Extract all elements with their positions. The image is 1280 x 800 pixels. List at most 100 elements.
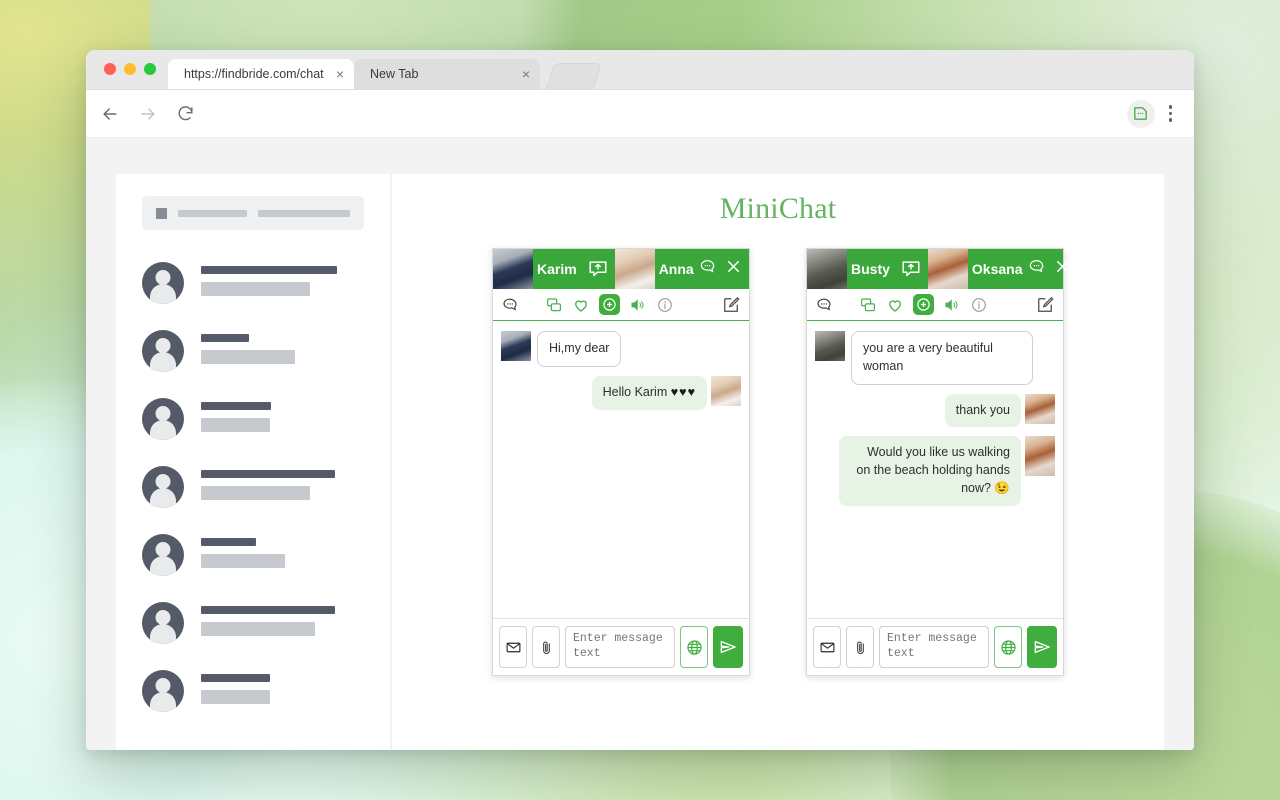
- avatar-left: [493, 249, 533, 289]
- message-row: Would you like us walking on the beach h…: [815, 436, 1055, 506]
- skeleton-title-bar: [201, 470, 335, 478]
- message-input[interactable]: [879, 626, 989, 668]
- message-bubble: Hello Karim ♥♥♥: [591, 375, 707, 410]
- paperclip-icon[interactable]: [532, 626, 560, 668]
- tab-close-icon[interactable]: ×: [336, 67, 344, 81]
- search-input[interactable]: [142, 196, 364, 230]
- skeleton-title-bar: [201, 402, 271, 410]
- chat-header: Karim Anna: [493, 249, 749, 289]
- skeleton-subtitle-bar: [201, 282, 310, 296]
- message-row: Hello Karim ♥♥♥: [501, 375, 741, 410]
- close-icon[interactable]: [724, 257, 743, 281]
- double-bubble-icon[interactable]: [545, 296, 563, 314]
- minichat-extension-icon[interactable]: [1126, 99, 1155, 128]
- list-item[interactable]: [142, 670, 364, 712]
- speaker-icon[interactable]: [629, 296, 647, 314]
- tab-new-tab[interactable]: New Tab ×: [354, 59, 540, 89]
- upload-box-icon[interactable]: [894, 249, 928, 289]
- skeleton-bar: [257, 209, 350, 217]
- list-item[interactable]: [142, 534, 364, 576]
- list-item[interactable]: [142, 330, 364, 372]
- heart-icon[interactable]: [572, 296, 590, 314]
- double-bubble-icon[interactable]: [859, 296, 877, 314]
- envelope-icon[interactable]: [813, 626, 841, 668]
- close-icon[interactable]: [1053, 257, 1072, 281]
- skeleton-subtitle-bar: [201, 554, 285, 568]
- avatar: [142, 330, 184, 372]
- avatar-right: [927, 249, 968, 289]
- reload-icon[interactable]: [176, 104, 196, 124]
- list-item[interactable]: [142, 466, 364, 508]
- skeleton-subtitle-bar: [201, 350, 295, 364]
- window-controls: [98, 50, 168, 89]
- minimize-window-button[interactable]: [124, 63, 136, 75]
- message-input[interactable]: [565, 626, 675, 668]
- message-composer: [807, 618, 1063, 675]
- browser-window: https://findbride.com/chat × New Tab × M…: [86, 50, 1194, 750]
- skeleton-subtitle-bar: [201, 486, 310, 500]
- avatar-right: [614, 249, 655, 289]
- skeleton-title-bar: [201, 334, 249, 342]
- message-bubble: thank you: [944, 393, 1021, 428]
- speech-bubble-icon[interactable]: [815, 296, 833, 314]
- maximize-window-button[interactable]: [144, 63, 156, 75]
- main-panel: MiniChat Karim Anna Hi,my dear Hello Karim …: [392, 174, 1164, 750]
- message-text: Would you like us walking on the beach h…: [856, 445, 1010, 495]
- tab-close-icon[interactable]: ×: [522, 67, 530, 81]
- avatar: [142, 398, 184, 440]
- avatar: [501, 331, 531, 361]
- globe-icon[interactable]: [680, 626, 708, 668]
- tab-findbride-chat[interactable]: https://findbride.com/chat ×: [168, 59, 354, 89]
- message-row: you are a very beautiful woman: [815, 331, 1055, 385]
- skeleton-title-bar: [201, 538, 256, 546]
- list-item[interactable]: [142, 398, 364, 440]
- skeleton-subtitle-bar: [201, 418, 270, 432]
- envelope-icon[interactable]: [499, 626, 527, 668]
- chat-bubble-icon[interactable]: [698, 257, 717, 281]
- chat-window: Karim Anna Hi,my dear Hello Karim ♥♥♥: [492, 248, 750, 676]
- message-bubble: Would you like us walking on the beach h…: [839, 436, 1021, 506]
- chat-header: Busty Oksana: [807, 249, 1068, 289]
- info-icon[interactable]: [656, 296, 674, 314]
- message-row: thank you: [815, 393, 1055, 428]
- message-text: thank you: [955, 402, 1010, 417]
- message-bubble: Hi,my dear: [537, 331, 622, 367]
- chat-toolbar: [493, 289, 749, 321]
- list-item[interactable]: [142, 262, 364, 304]
- kebab-menu-icon[interactable]: [1161, 101, 1181, 126]
- skeleton-title-bar: [201, 606, 335, 614]
- edit-icon[interactable]: [721, 295, 741, 315]
- heart-icon[interactable]: [886, 296, 904, 314]
- avatar: [711, 375, 741, 406]
- page-title: MiniChat: [719, 192, 837, 225]
- tab-title: New Tab: [370, 67, 419, 81]
- send-button[interactable]: [1027, 626, 1057, 668]
- avatar: [1025, 393, 1055, 424]
- send-button[interactable]: [713, 626, 743, 668]
- upload-box-icon[interactable]: [581, 249, 615, 289]
- close-window-button[interactable]: [104, 63, 116, 75]
- edit-icon[interactable]: [1035, 295, 1055, 315]
- globe-icon[interactable]: [994, 626, 1022, 668]
- info-icon[interactable]: [970, 296, 988, 314]
- heart-emoji: ♥♥♥: [670, 384, 696, 399]
- new-tab-button[interactable]: [545, 63, 603, 89]
- message-list: Hi,my dear Hello Karim ♥♥♥: [493, 321, 749, 618]
- avatar: [142, 466, 184, 508]
- browser-toolbar: [86, 90, 1194, 138]
- speaker-icon[interactable]: [943, 296, 961, 314]
- sidebar-contact-list: [142, 262, 364, 712]
- back-arrow-icon[interactable]: [100, 104, 120, 124]
- chat-bubble-icon[interactable]: [1027, 257, 1046, 281]
- camera-add-icon[interactable]: [599, 294, 620, 315]
- avatar: [1025, 436, 1055, 477]
- camera-add-icon[interactable]: [913, 294, 934, 315]
- message-bubble: you are a very beautiful woman: [851, 331, 1033, 385]
- paperclip-icon[interactable]: [846, 626, 874, 668]
- message-list: you are a very beautiful woman thank you W…: [807, 321, 1063, 618]
- avatar: [142, 670, 184, 712]
- skeleton-title-bar: [201, 674, 270, 682]
- speech-bubble-icon[interactable]: [501, 296, 519, 314]
- list-item[interactable]: [142, 602, 364, 644]
- avatar: [142, 602, 184, 644]
